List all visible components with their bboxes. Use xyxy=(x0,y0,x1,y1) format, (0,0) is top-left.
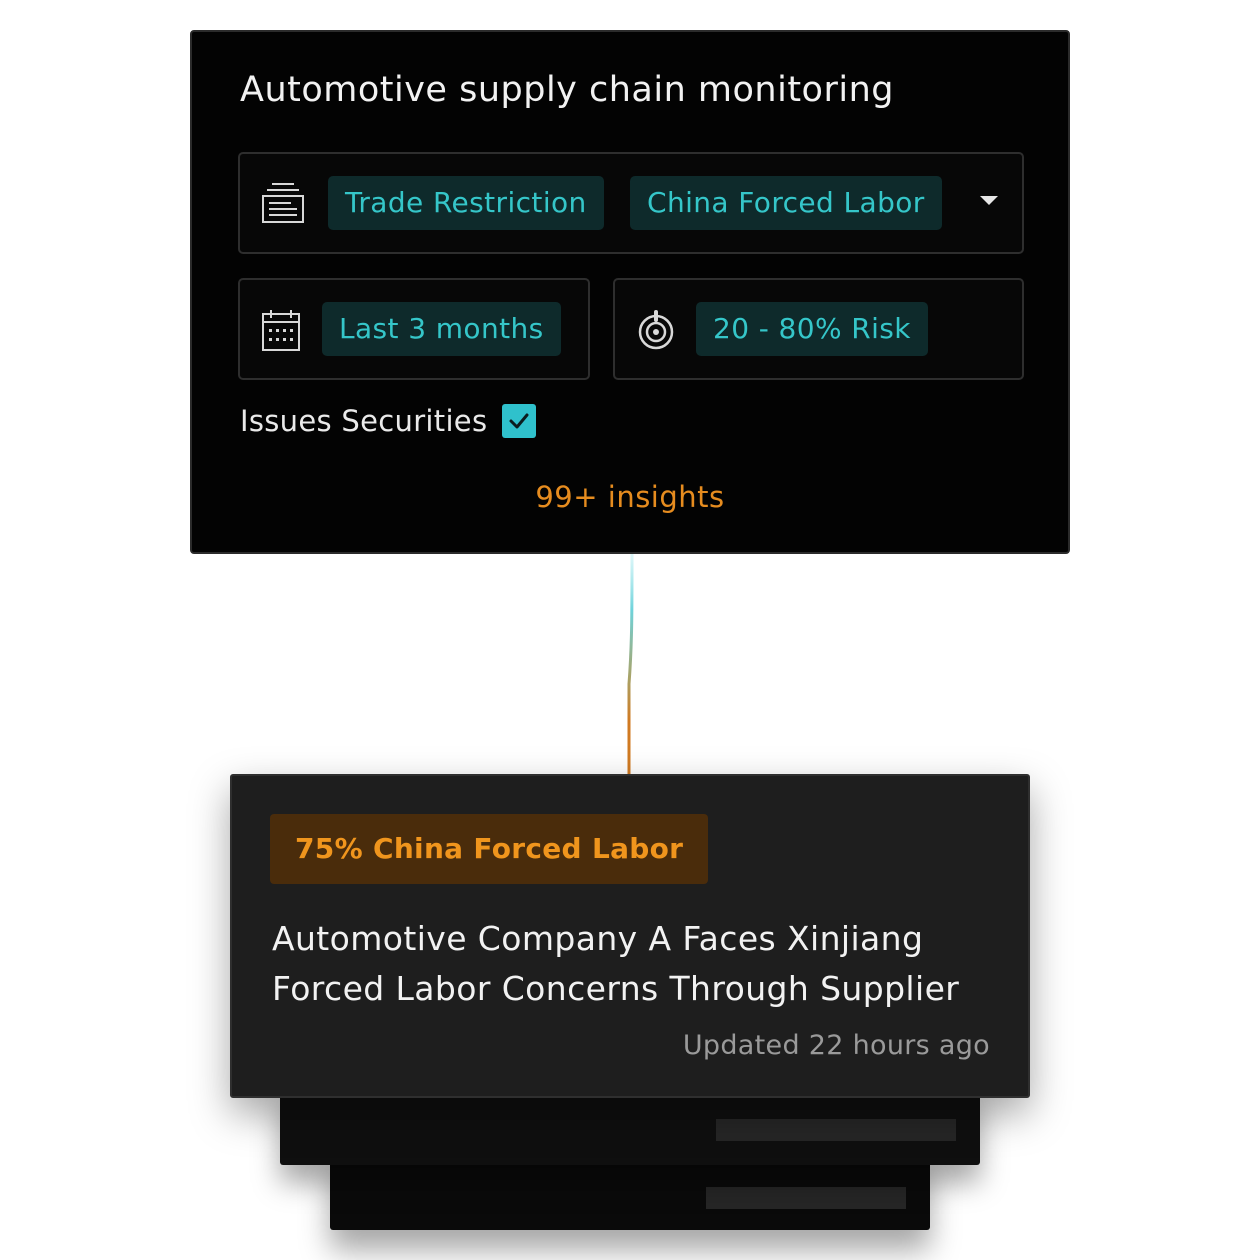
risk-badge: 75% China Forced Labor xyxy=(270,814,709,884)
insight-card[interactable]: 75% China Forced Labor Automotive Compan… xyxy=(230,774,1030,1098)
caret-down-icon[interactable] xyxy=(980,196,998,205)
chip-risk-range[interactable]: 20 - 80% Risk xyxy=(696,302,928,356)
stage: Automotive supply chain monitoring Trade… xyxy=(0,0,1260,1260)
placeholder-bar xyxy=(706,1187,906,1209)
category-filter[interactable]: Trade Restriction China Forced Labor xyxy=(238,152,1024,254)
insights-count[interactable]: 99+ insights xyxy=(192,480,1068,514)
newspaper-icon xyxy=(261,182,305,224)
checkmark-icon xyxy=(509,413,529,429)
issues-securities-label: Issues Securities xyxy=(240,404,488,438)
updated-timestamp: Updated 22 hours ago xyxy=(682,1030,990,1061)
risk-filter[interactable]: 20 - 80% Risk xyxy=(613,278,1024,380)
chip-date-range[interactable]: Last 3 months xyxy=(322,302,561,356)
filter-panel: Automotive supply chain monitoring Trade… xyxy=(190,30,1070,554)
chip-trade-restriction[interactable]: Trade Restriction xyxy=(328,176,604,230)
panel-title: Automotive supply chain monitoring xyxy=(240,70,894,110)
calendar-icon xyxy=(261,308,301,352)
risk-dial-icon xyxy=(636,308,676,350)
chip-china-forced-labor[interactable]: China Forced Labor xyxy=(630,176,942,230)
connector-line xyxy=(627,554,634,776)
date-filter[interactable]: Last 3 months xyxy=(238,278,590,380)
placeholder-bar xyxy=(716,1119,956,1141)
insight-title[interactable]: Automotive Company A Faces Xinjiang Forc… xyxy=(272,914,1002,1014)
issues-securities-checkbox[interactable] xyxy=(502,404,536,438)
